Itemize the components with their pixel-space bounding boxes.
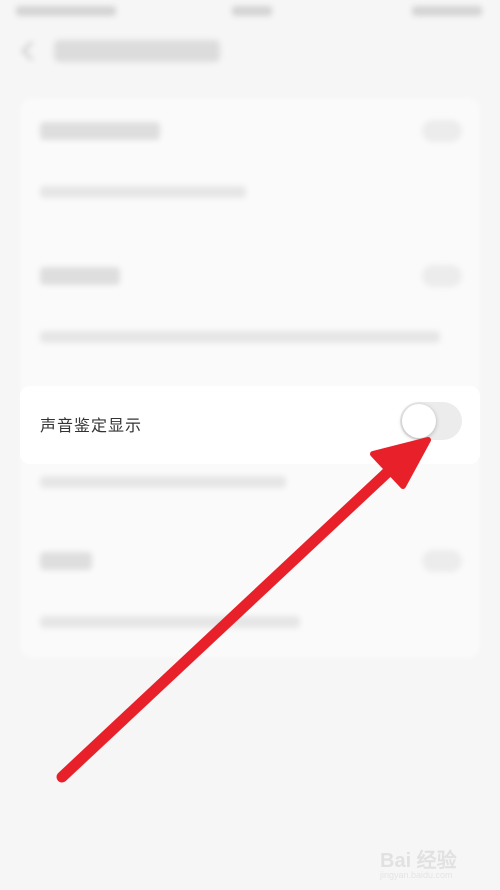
settings-card	[20, 98, 480, 658]
watermark-url: jingyan.baidu.com	[380, 870, 453, 880]
setting-row-3-desc-wrap	[20, 466, 480, 506]
header	[0, 22, 500, 92]
setting-row-1-description	[40, 186, 246, 198]
status-bar	[0, 0, 500, 22]
voice-identification-label: 声音鉴定显示	[40, 416, 143, 435]
status-time	[232, 6, 272, 16]
setting-row-2-description	[40, 331, 440, 343]
watermark-text: Bai 经验	[380, 850, 457, 872]
setting-row-2-switch[interactable]	[422, 265, 462, 287]
setting-row-voice-identification: 声音鉴定显示	[20, 386, 480, 464]
setting-row-4-description	[40, 616, 300, 628]
setting-row-3-description	[40, 476, 286, 488]
setting-row-4-label	[40, 552, 92, 570]
status-carrier	[16, 6, 116, 16]
watermark-logo: Bai 经验 jingyan.baidu.com	[380, 838, 490, 882]
toggle-knob	[402, 404, 436, 438]
setting-row-2	[20, 243, 480, 388]
setting-row-1	[20, 98, 480, 243]
setting-row-1-switch[interactable]	[422, 120, 462, 142]
setting-row-2-label	[40, 267, 120, 285]
status-battery	[412, 6, 482, 16]
setting-row-4-switch[interactable]	[422, 550, 462, 572]
setting-row-1-label	[40, 122, 160, 140]
back-arrow-icon[interactable]	[21, 41, 41, 61]
page-title	[54, 40, 220, 62]
setting-row-4	[20, 528, 480, 658]
voice-identification-toggle[interactable]	[400, 402, 462, 440]
